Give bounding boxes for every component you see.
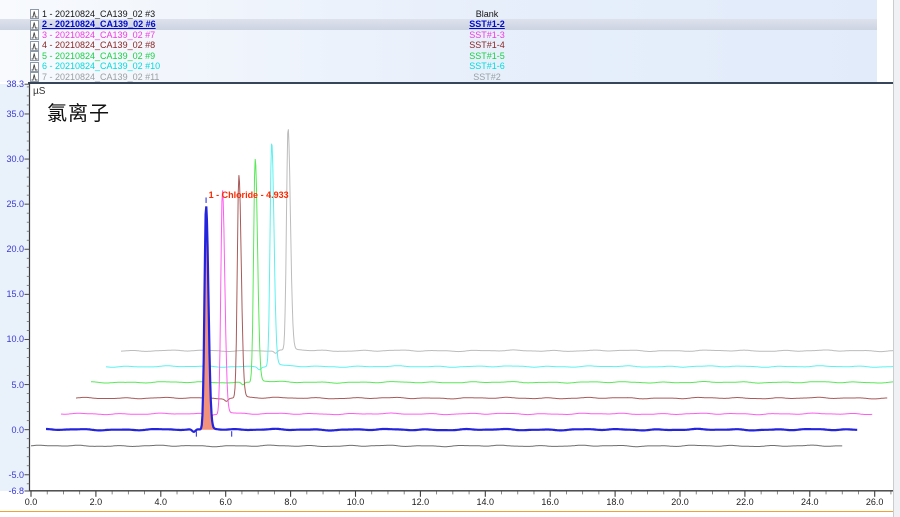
y-tick-label: 38.3: [1, 79, 24, 89]
x-tick-label: 4.0: [148, 497, 174, 507]
x-tick-label: 18.0: [602, 497, 628, 507]
y-tick-label: 10.0: [1, 334, 24, 344]
x-tick-label: 20.0: [667, 497, 693, 507]
x-tick-label: 16.0: [537, 497, 563, 507]
x-tick-label: 2.0: [83, 497, 109, 507]
y-tick-label: 5.0: [1, 380, 24, 390]
y-tick-label: 20.0: [1, 244, 24, 254]
x-tick-label: 6.0: [213, 497, 239, 507]
x-tick-label: 10.0: [343, 497, 369, 507]
x-tick-label: 24.0: [797, 497, 823, 507]
x-tick-label: 8.0: [278, 497, 304, 507]
y-tick-label: 35.0: [1, 109, 24, 119]
window-right-edge: [893, 0, 900, 517]
trace-sst#1-3[interactable]: [61, 190, 872, 417]
window-bottom-accent-line: [0, 511, 894, 513]
y-tick-label: 30.0: [1, 154, 24, 164]
chromatography-window: 1 - 20210824_CA139_02 #3Blank2 - 2021082…: [0, 0, 900, 517]
chromatogram-svg[interactable]: [0, 0, 900, 517]
trace-sst#1-6[interactable]: [106, 144, 900, 370]
y-axis-unit: µS: [33, 86, 45, 97]
y-tick-label: -5.0: [1, 470, 24, 480]
y-tick-label: 15.0: [1, 289, 24, 299]
y-tick-label: 25.0: [1, 199, 24, 209]
x-tick-label: 12.0: [407, 497, 433, 507]
x-tick-label: 14.0: [472, 497, 498, 507]
trace-blank[interactable]: [31, 445, 842, 447]
y-tick-label: 0.0: [1, 425, 24, 435]
x-tick-label: 22.0: [732, 497, 758, 507]
x-tick-label: 26.0: [862, 497, 888, 507]
chart-title: 氯离子: [47, 97, 110, 126]
traces-group: [31, 129, 900, 446]
peak-annotation: 1 - Chloride - 4.933: [209, 190, 289, 200]
y-tick-label: -6.8: [1, 486, 24, 496]
x-tick-label: 0.0: [18, 497, 44, 507]
